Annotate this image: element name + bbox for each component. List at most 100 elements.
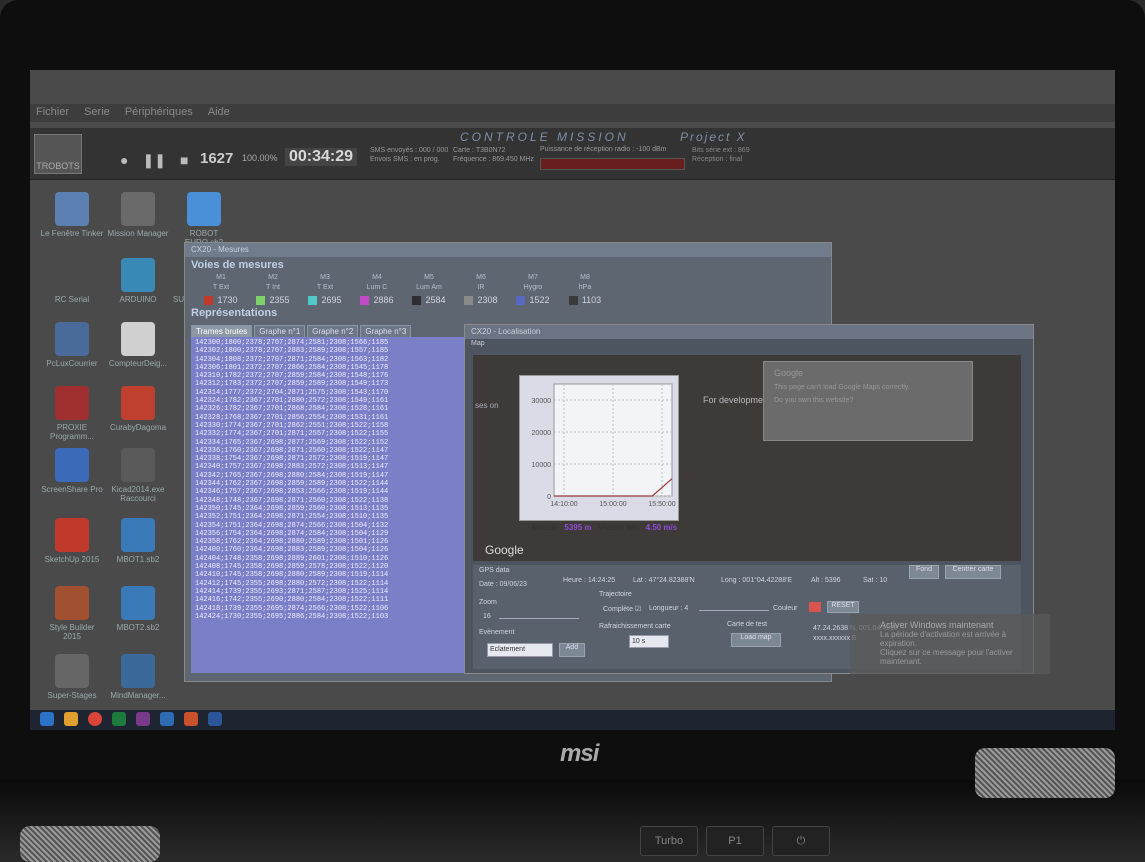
desktop-icon[interactable]: PcLuxCourrier — [40, 322, 104, 368]
longueur-slider[interactable] — [699, 605, 769, 611]
evenement-input[interactable]: Eclatement — [487, 643, 553, 657]
list-item: 142342;1765;2367;2698;2880;2584;2308;151… — [195, 471, 389, 480]
channel-value: 2695 — [321, 295, 342, 305]
chrome-icon[interactable] — [88, 712, 102, 726]
channel-name: T Ext — [212, 284, 230, 291]
desktop-icon[interactable]: Mission Manager — [106, 192, 170, 238]
app-icon — [55, 654, 89, 688]
onenote-icon[interactable] — [136, 712, 150, 726]
desktop-icon[interactable]: ROBOT EURO.sb2 — [172, 192, 236, 247]
list-item: 142412;1745;2355;2698;2880;2572;2308;152… — [195, 579, 389, 588]
channel-name: Lum Am — [416, 284, 442, 291]
list-item: 142414;1739;2355;2693;2871;2587;2308;152… — [195, 587, 389, 596]
app-icon — [55, 258, 89, 292]
word-icon[interactable] — [208, 712, 222, 726]
desktop-icon[interactable]: ScreenShare Pro — [40, 448, 104, 494]
list-item: 142346;1757;2367;2698;2853;2566;2308;151… — [195, 488, 389, 497]
menu-peripheriques[interactable]: Périphériques — [119, 104, 199, 120]
outlook-icon[interactable] — [160, 712, 174, 726]
desktop-icon[interactable]: CurabyDagoma — [106, 386, 170, 432]
trajectoire-label: Trajectoire — [599, 591, 632, 598]
channel-color-swatch[interactable] — [464, 295, 474, 305]
zoom-slider[interactable] — [499, 613, 579, 619]
complete-checkbox[interactable]: Complète ☑ — [603, 605, 641, 613]
desktop-icon[interactable]: RC Serial — [40, 258, 104, 304]
desktop-icon[interactable]: ARDUINO — [106, 258, 170, 304]
rafraichissement-select[interactable]: 10 s — [629, 635, 669, 648]
menu-serie[interactable]: Serie — [78, 104, 116, 120]
representations-label: Représentations — [191, 307, 278, 319]
channel-id: M6 — [476, 274, 486, 281]
desktop-icon-label: MindManager... — [110, 691, 166, 700]
list-item: 142350;1745;2364;2698;2859;2560;2308;151… — [195, 504, 389, 513]
channel-color-swatch[interactable] — [204, 295, 214, 305]
media-player-icon[interactable] — [64, 712, 78, 726]
channel-value-row: 2308 — [455, 295, 507, 305]
channel-color-swatch[interactable] — [256, 295, 266, 305]
list-item: 142358;1762;2364;2698;2880;2589;2308;150… — [195, 538, 389, 547]
carte-test-label: Carte de test — [727, 621, 768, 628]
turbo-key[interactable]: Turbo — [640, 826, 698, 856]
couleur-swatch[interactable] — [809, 602, 821, 612]
desktop-icon[interactable]: MBOT2.sb2 — [106, 586, 170, 632]
desktop-icon[interactable]: SketchUp 2015 — [40, 518, 104, 564]
load-map-button[interactable]: Load map — [731, 633, 781, 647]
channel-value: 1730 — [217, 295, 238, 305]
list-item: 142332;1774;2367;2701;2871;2557;2308;152… — [195, 430, 389, 439]
desktop-icon[interactable]: CompteurDeig... — [106, 322, 170, 368]
channel-name: T Int — [266, 284, 280, 291]
stop-icon[interactable]: ■ — [180, 152, 188, 169]
menu-fichier[interactable]: Fichier — [30, 104, 75, 120]
list-item: 142408;1745;2358;2698;2859;2578;2308;152… — [195, 563, 389, 572]
menu-aide[interactable]: Aide — [202, 104, 236, 120]
radio-power-bar — [540, 158, 685, 170]
channel-value-row: 2886 — [351, 295, 403, 305]
centrer-carte-button[interactable]: Centrer carte — [945, 565, 1001, 579]
reset-button[interactable]: RESET — [827, 601, 859, 613]
activation-line-1: La période d'activation est arrivée à ex… — [880, 630, 1007, 648]
desktop-icon[interactable]: Kicad2014.exe Raccourci — [106, 448, 170, 503]
pause-icon[interactable]: ❚❚ — [142, 152, 165, 169]
project-title: Project X — [680, 130, 747, 144]
add-event-button[interactable]: Add — [559, 643, 585, 657]
desktop-icon[interactable]: MBOT1.sb2 — [106, 518, 170, 564]
channel-color-swatch[interactable] — [412, 295, 422, 305]
desktop-icon[interactable]: Le Fenêtre Tinker — [40, 192, 104, 238]
p1-key[interactable]: P1 — [706, 826, 764, 856]
excel-icon[interactable] — [112, 712, 126, 726]
channel-color-swatch[interactable] — [360, 295, 370, 305]
list-item: 142418;1739;2355;2695;2874;2566;2308;152… — [195, 604, 389, 613]
raw-frames-list[interactable]: 142300;1800;2378;2707;2874;2581;2308;156… — [191, 337, 467, 673]
channel-color-swatch[interactable] — [308, 295, 318, 305]
desktop-icon[interactable]: PROXIE Programm... — [40, 386, 104, 441]
altitude-value: 5395 m — [564, 523, 592, 532]
powerpoint-icon[interactable] — [184, 712, 198, 726]
list-item: 142312;1783;2372;2707;2859;2589;2308;154… — [195, 380, 389, 389]
altitude-chart-svg: 0 10000 20000 30000 14:10:00 15:00:00 15:50:00 — [532, 383, 676, 508]
list-item: 142352;1751;2364;2698;2871;2554;2308;151… — [195, 513, 389, 522]
gps-long: Long : 001°04.42288'E — [721, 577, 793, 584]
list-item: 142304;1808;2372;2707;2871;2584;2308;156… — [195, 355, 389, 364]
tab-map[interactable]: Map — [465, 339, 1033, 348]
windows-activation-notice[interactable]: Activer Windows maintenant La période d'… — [850, 614, 1050, 674]
vitesse-value: 4.50 m/s — [645, 523, 678, 532]
sms-line-2: Envois SMS : en prog. — [370, 156, 440, 163]
google-map[interactable]: ses on For development Google This page … — [473, 355, 1021, 561]
list-item: 142356;1754;2364;2698;2874;2584;2308;150… — [195, 529, 389, 538]
channel-value-row: 2355 — [247, 295, 299, 305]
power-key[interactable]: ⏻ — [772, 826, 830, 856]
desktop-icon[interactable]: Style Builder 2015 — [40, 586, 104, 641]
app-icon — [55, 448, 89, 482]
desktop-icon[interactable]: Super-Stages — [40, 654, 104, 700]
desktop-icon[interactable]: MindManager... — [106, 654, 170, 700]
channel-id: M5 — [424, 274, 434, 281]
channel-color-swatch[interactable] — [568, 295, 578, 305]
list-item: 142410;1745;2358;2698;2880;2589;2308;151… — [195, 571, 389, 580]
desktop-icon-label: MBOT2.sb2 — [116, 623, 160, 632]
channel-color-swatch[interactable] — [516, 295, 526, 305]
ie-icon[interactable] — [40, 712, 54, 726]
channel-m6: M6 IR 2308 — [455, 273, 507, 305]
record-icon[interactable]: ● — [120, 152, 128, 169]
fond-button[interactable]: Fond — [909, 565, 939, 579]
channel-name: Hygro — [523, 284, 543, 291]
